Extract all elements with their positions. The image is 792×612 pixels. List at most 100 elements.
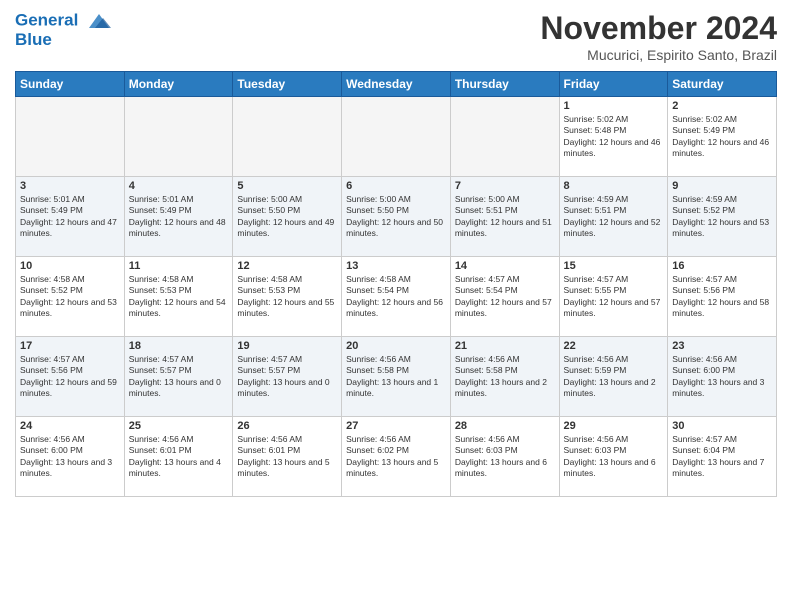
day-info: Sunrise: 4:57 AMSunset: 5:57 PMDaylight:… — [237, 354, 337, 400]
day-info: Sunrise: 5:02 AMSunset: 5:48 PMDaylight:… — [564, 114, 664, 160]
calendar-cell: 27 Sunrise: 4:56 AMSunset: 6:02 PMDayligh… — [342, 417, 451, 497]
day-number: 3 — [20, 180, 120, 192]
weekday-header: Sunday — [16, 72, 125, 97]
calendar-cell: 13Sunrise: 4:58 AMSunset: 5:54 PMDayligh… — [342, 257, 451, 337]
day-number: 18 — [129, 340, 229, 352]
calendar-cell — [124, 97, 233, 177]
calendar-cell: 26 Sunrise: 4:56 AMSunset: 6:01 PMDayligh… — [233, 417, 342, 497]
day-number: 28 — [455, 420, 555, 432]
calendar-cell — [450, 97, 559, 177]
logo-general: General — [15, 10, 78, 29]
calendar-cell: 22Sunrise: 4:56 AMSunset: 5:59 PMDayligh… — [559, 337, 668, 417]
calendar-cell: 11 Sunrise: 4:58 AMSunset: 5:53 PMDayligh… — [124, 257, 233, 337]
day-number: 8 — [564, 180, 664, 192]
day-info: Sunrise: 4:56 AMSunset: 6:02 PMDaylight:… — [346, 434, 446, 480]
weekday-header: Monday — [124, 72, 233, 97]
logo: General Blue — [15, 10, 113, 50]
day-number: 7 — [455, 180, 555, 192]
calendar-cell: 18 Sunrise: 4:57 AMSunset: 5:57 PMDayligh… — [124, 337, 233, 417]
day-number: 26 — [237, 420, 337, 432]
weekday-header: Wednesday — [342, 72, 451, 97]
calendar-cell: 5 Sunrise: 5:00 AMSunset: 5:50 PMDaylight… — [233, 177, 342, 257]
day-info: Sunrise: 4:59 AMSunset: 5:51 PMDaylight:… — [564, 194, 664, 240]
calendar-cell: 30 Sunrise: 4:57 AMSunset: 6:04 PMDayligh… — [668, 417, 777, 497]
logo-blue: Blue — [15, 30, 113, 50]
day-number: 14 — [455, 260, 555, 272]
day-number: 11 — [129, 260, 229, 272]
day-number: 10 — [20, 260, 120, 272]
title-block: November 2024 Mucurici, Espirito Santo, … — [540, 10, 777, 63]
calendar-cell: 10 Sunrise: 4:58 AMSunset: 5:52 PMDayligh… — [16, 257, 125, 337]
calendar-cell: 16 Sunrise: 4:57 AMSunset: 5:56 PMDayligh… — [668, 257, 777, 337]
calendar-cell: 28 Sunrise: 4:56 AMSunset: 6:03 PMDayligh… — [450, 417, 559, 497]
calendar-cell: 24Sunrise: 4:56 AMSunset: 6:00 PMDayligh… — [16, 417, 125, 497]
day-info: Sunrise: 4:57 AMSunset: 5:54 PMDaylight:… — [455, 274, 555, 320]
day-info: Sunrise: 4:58 AMSunset: 5:52 PMDaylight:… — [20, 274, 120, 320]
day-number: 17 — [20, 340, 120, 352]
weekday-header: Friday — [559, 72, 668, 97]
day-info: Sunrise: 5:00 AMSunset: 5:50 PMDaylight:… — [237, 194, 337, 240]
day-number: 1 — [564, 100, 664, 112]
day-info: Sunrise: 4:57 AMSunset: 5:56 PMDaylight:… — [672, 274, 772, 320]
calendar-cell: 20 Sunrise: 4:56 AMSunset: 5:58 PMDayligh… — [342, 337, 451, 417]
day-number: 4 — [129, 180, 229, 192]
calendar-week-row: 10 Sunrise: 4:58 AMSunset: 5:52 PMDayligh… — [16, 257, 777, 337]
day-info: Sunrise: 4:59 AMSunset: 5:52 PMDaylight:… — [672, 194, 772, 240]
weekday-header-row: SundayMondayTuesdayWednesdayThursdayFrid… — [16, 72, 777, 97]
calendar-cell: 3 Sunrise: 5:01 AMSunset: 5:49 PMDaylight… — [16, 177, 125, 257]
calendar-cell: 19 Sunrise: 4:57 AMSunset: 5:57 PMDayligh… — [233, 337, 342, 417]
day-info: Sunrise: 5:01 AMSunset: 5:49 PMDaylight:… — [20, 194, 120, 240]
calendar-week-row: 3 Sunrise: 5:01 AMSunset: 5:49 PMDaylight… — [16, 177, 777, 257]
location: Mucurici, Espirito Santo, Brazil — [540, 47, 777, 63]
day-number: 25 — [129, 420, 229, 432]
day-info: Sunrise: 5:02 AMSunset: 5:49 PMDaylight:… — [672, 114, 772, 160]
day-number: 19 — [237, 340, 337, 352]
day-number: 5 — [237, 180, 337, 192]
weekday-header: Tuesday — [233, 72, 342, 97]
calendar-cell: 9Sunrise: 4:59 AMSunset: 5:52 PMDaylight… — [668, 177, 777, 257]
day-info: Sunrise: 4:56 AMSunset: 6:01 PMDaylight:… — [129, 434, 229, 480]
calendar-cell: 14 Sunrise: 4:57 AMSunset: 5:54 PMDayligh… — [450, 257, 559, 337]
day-number: 29 — [564, 420, 664, 432]
weekday-header: Thursday — [450, 72, 559, 97]
day-info: Sunrise: 4:56 AMSunset: 6:03 PMDaylight:… — [455, 434, 555, 480]
calendar-cell: 7 Sunrise: 5:00 AMSunset: 5:51 PMDaylight… — [450, 177, 559, 257]
day-info: Sunrise: 4:57 AMSunset: 6:04 PMDaylight:… — [672, 434, 772, 480]
calendar-cell: 12Sunrise: 4:58 AMSunset: 5:53 PMDayligh… — [233, 257, 342, 337]
calendar-cell: 29 Sunrise: 4:56 AMSunset: 6:03 PMDayligh… — [559, 417, 668, 497]
day-number: 23 — [672, 340, 772, 352]
calendar-cell: 25 Sunrise: 4:56 AMSunset: 6:01 PMDayligh… — [124, 417, 233, 497]
day-number: 20 — [346, 340, 446, 352]
calendar-cell: 8 Sunrise: 4:59 AMSunset: 5:51 PMDaylight… — [559, 177, 668, 257]
day-number: 21 — [455, 340, 555, 352]
calendar-cell — [342, 97, 451, 177]
day-number: 16 — [672, 260, 772, 272]
page-container: General Blue November 2024 Mucurici, Esp… — [0, 0, 792, 502]
day-number: 27 — [346, 420, 446, 432]
calendar-cell — [233, 97, 342, 177]
day-number: 22 — [564, 340, 664, 352]
day-info: Sunrise: 4:56 AMSunset: 6:00 PMDaylight:… — [20, 434, 120, 480]
calendar-cell: 4Sunrise: 5:01 AMSunset: 5:49 PMDaylight… — [124, 177, 233, 257]
calendar-cell: 6Sunrise: 5:00 AMSunset: 5:50 PMDaylight… — [342, 177, 451, 257]
calendar-week-row: 24Sunrise: 4:56 AMSunset: 6:00 PMDayligh… — [16, 417, 777, 497]
day-info: Sunrise: 4:56 AMSunset: 6:01 PMDaylight:… — [237, 434, 337, 480]
calendar-cell: 23Sunrise: 4:56 AMSunset: 6:00 PMDayligh… — [668, 337, 777, 417]
day-info: Sunrise: 4:56 AMSunset: 5:58 PMDaylight:… — [346, 354, 446, 400]
day-info: Sunrise: 4:56 AMSunset: 5:58 PMDaylight:… — [455, 354, 555, 400]
day-info: Sunrise: 4:57 AMSunset: 5:57 PMDaylight:… — [129, 354, 229, 400]
day-number: 6 — [346, 180, 446, 192]
month-title: November 2024 — [540, 10, 777, 47]
weekday-header: Saturday — [668, 72, 777, 97]
calendar-cell: 17Sunrise: 4:57 AMSunset: 5:56 PMDayligh… — [16, 337, 125, 417]
header: General Blue November 2024 Mucurici, Esp… — [15, 10, 777, 63]
day-number: 13 — [346, 260, 446, 272]
day-info: Sunrise: 4:56 AMSunset: 6:03 PMDaylight:… — [564, 434, 664, 480]
day-info: Sunrise: 4:58 AMSunset: 5:53 PMDaylight:… — [129, 274, 229, 320]
calendar-cell: 21 Sunrise: 4:56 AMSunset: 5:58 PMDayligh… — [450, 337, 559, 417]
day-info: Sunrise: 4:57 AMSunset: 5:55 PMDaylight:… — [564, 274, 664, 320]
calendar-cell: 2Sunrise: 5:02 AMSunset: 5:49 PMDaylight… — [668, 97, 777, 177]
calendar-week-row: 17Sunrise: 4:57 AMSunset: 5:56 PMDayligh… — [16, 337, 777, 417]
day-info: Sunrise: 5:00 AMSunset: 5:51 PMDaylight:… — [455, 194, 555, 240]
day-number: 30 — [672, 420, 772, 432]
